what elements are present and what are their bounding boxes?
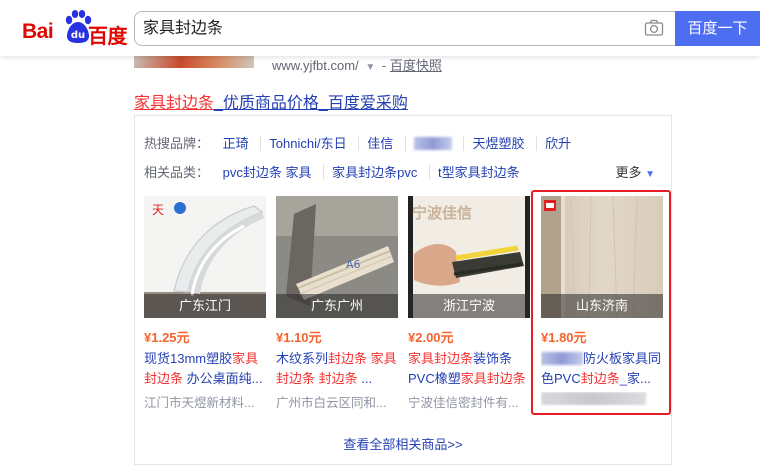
desc-text: 办公桌面纯... (183, 371, 263, 386)
product-shop[interactable]: 江门市天煜新材料... (144, 392, 266, 411)
product-shop[interactable]: 宁波佳信密封件有... (408, 392, 530, 411)
desc-text: 木纹系列 (276, 351, 329, 366)
product-location: 浙江宁波 (408, 294, 530, 318)
product-card[interactable]: 天 广东江门 ¥1.25元 现货13mm塑胶家具封边条 办公桌面纯... 江门市… (144, 196, 266, 411)
blurred-text (541, 392, 646, 405)
product-location: 广东江门 (144, 294, 266, 318)
search-button[interactable]: 百度一下 (675, 11, 760, 46)
brand-option[interactable]: 天煜塑胶 (463, 136, 533, 151)
product-description[interactable]: 现货13mm塑胶家具封边条 办公桌面纯... (144, 349, 266, 389)
logo-text-du: 百度 (88, 26, 128, 48)
product-image[interactable]: 宁波佳信 浙江宁波 (408, 196, 530, 318)
brand-option[interactable]: 欣升 (536, 136, 580, 151)
product-image[interactable]: 天 广东江门 (144, 196, 266, 318)
caret-down-icon: ▼ (645, 169, 655, 180)
hot-brands-label: 热搜品牌： (144, 136, 210, 151)
brand-option[interactable]: Tohnichi/东日 (260, 136, 355, 151)
related-categories-row: 相关品类： pvc封边条 家具 家具封边条pvc t型家具封边条 (144, 162, 528, 181)
product-card[interactable]: 宁波佳信 浙江宁波 ¥2.00元 家具封边条装饰条PVC橡塑家具封边条 宁波佳信… (408, 196, 530, 411)
more-label: 更多 (615, 165, 642, 180)
blurred-text (413, 137, 452, 150)
blurred-text (541, 352, 583, 365)
product-list: 天 广东江门 ¥1.25元 现货13mm塑胶家具封边条 办公桌面纯... 江门市… (144, 196, 664, 421)
product-card[interactable]: A6 广东广州 ¥1.10元 木纹系列封边条 家具封边条 封边条 ... 广州市… (276, 196, 398, 411)
desc-text: ... (357, 371, 373, 386)
desc-text: 现货13mm塑胶 (144, 351, 233, 366)
result-title-link[interactable]: 家具封边条_优质商品价格_百度爱采购 (134, 89, 408, 113)
search-input[interactable]: 家具封边条 (134, 11, 675, 46)
product-shop[interactable] (541, 392, 663, 406)
view-all-link[interactable]: 查看全部相关商品>> (135, 434, 671, 453)
product-price: ¥1.80元 (541, 330, 587, 345)
previous-result-url[interactable]: www.yjfbt.com/ (272, 58, 359, 73)
more-button[interactable]: 更多 ▼ (615, 162, 655, 181)
product-image[interactable]: 山东济南 (541, 196, 663, 318)
url-separator: - (381, 58, 387, 73)
desc-text: _家... (619, 371, 651, 386)
related-categories-label: 相关品类： (144, 165, 210, 180)
product-description[interactable]: 家具封边条装饰条PVC橡塑家具封边条 (408, 349, 530, 389)
desc-keyword: 家具封边条 (408, 351, 474, 366)
image-watermark: 宁波佳信 (412, 205, 473, 222)
product-location: 广东广州 (276, 294, 398, 318)
logo-text-bai: Bai (22, 20, 54, 43)
shopping-card: 热搜品牌： 正琦 Tohnichi/东日 佳信 天煜塑胶 欣升 相关品类： pv… (134, 115, 672, 465)
hot-brands-row: 热搜品牌： 正琦 Tohnichi/东日 佳信 天煜塑胶 欣升 (144, 133, 580, 152)
camera-icon[interactable] (644, 19, 664, 37)
result-title-keyword: 家具封边条 (134, 95, 215, 112)
result-title-rest: _优质商品价格_百度爱采购 (214, 95, 408, 112)
product-description[interactable]: 木纹系列封边条 家具封边条 封边条 ... (276, 349, 398, 389)
brand-option[interactable]: 佳信 (358, 136, 402, 151)
product-card[interactable]: 山东济南 ¥1.80元 防火板家具同色PVC封边条_家... (541, 196, 663, 406)
product-image[interactable]: A6 广东广州 (276, 196, 398, 318)
product-description[interactable]: 防火板家具同色PVC封边条_家... (541, 349, 663, 389)
category-option[interactable]: pvc封边条 家具 (221, 165, 320, 180)
svg-text:A6: A6 (346, 258, 361, 271)
category-option[interactable]: 家具封边条pvc (323, 165, 426, 180)
desc-keyword: 封边条 (580, 371, 620, 386)
category-option[interactable]: t型家具封边条 (428, 165, 528, 180)
baidu-logo[interactable]: Bai du 百度 (22, 6, 128, 48)
brand-option-blurred[interactable] (404, 136, 460, 151)
cache-link[interactable]: 百度快照 (390, 58, 442, 73)
product-price: ¥1.10元 (276, 330, 322, 345)
dropdown-triangle-icon[interactable]: ▼ (365, 62, 375, 73)
svg-text:天: 天 (152, 203, 164, 217)
previous-result-url-line: www.yjfbt.com/ ▼ - 百度快照 (272, 55, 442, 74)
product-shop[interactable]: 广州市白云区同和... (276, 392, 398, 411)
product-location: 山东济南 (541, 294, 663, 318)
svg-text:du: du (71, 30, 85, 41)
product-price: ¥2.00元 (408, 330, 454, 345)
brand-option[interactable]: 正琦 (221, 136, 257, 151)
top-bar: Bai du 百度 家具封边条 百度一下 (0, 0, 760, 56)
desc-keyword: 家具封边条 (460, 371, 526, 386)
product-price: ¥1.25元 (144, 330, 190, 345)
